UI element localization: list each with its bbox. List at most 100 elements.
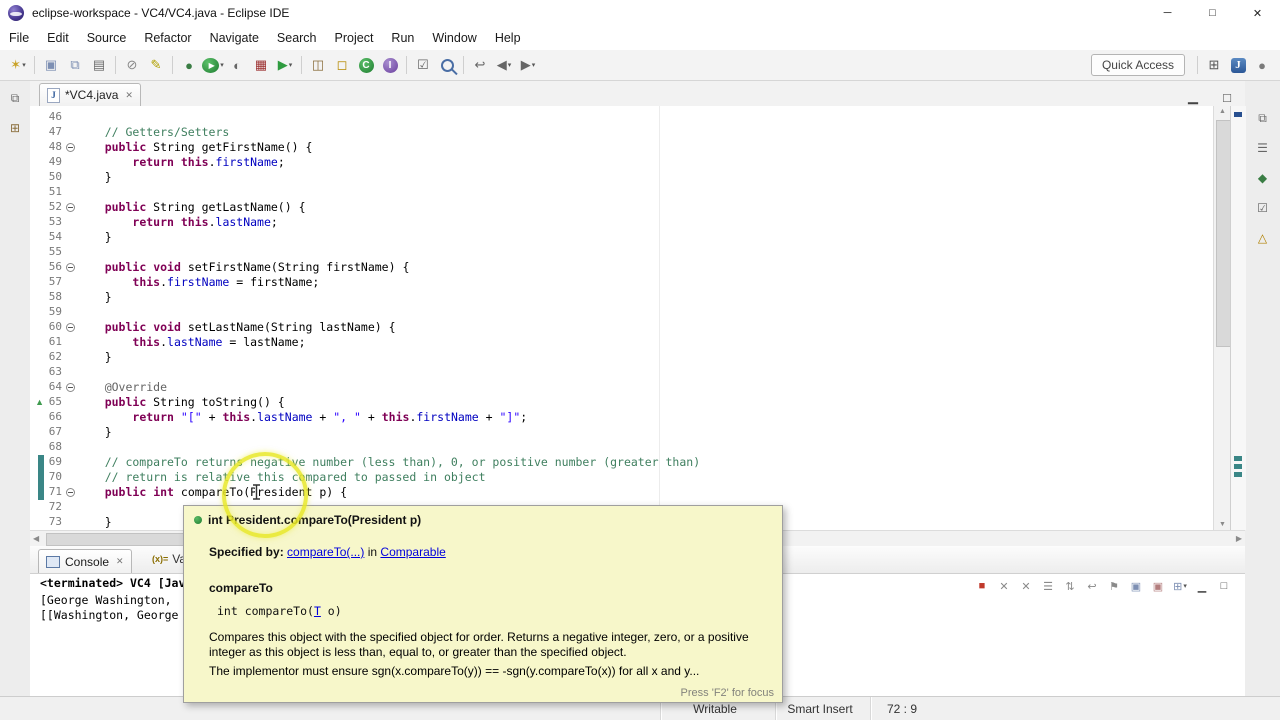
code-line[interactable]: 70 // return is relative this compared t… xyxy=(30,470,1213,485)
menu-item-project[interactable]: Project xyxy=(326,28,383,48)
maximize-window-icon[interactable]: □ xyxy=(1190,0,1235,26)
quick-access-button[interactable]: Quick Access xyxy=(1090,54,1185,76)
skip-breakpoints-icon[interactable]: ⊘ xyxy=(121,54,143,76)
package-explorer-icon[interactable]: ⊞ xyxy=(4,117,26,139)
debug-perspective-icon[interactable]: ● xyxy=(1251,54,1273,76)
word-wrap-icon[interactable]: ↩ xyxy=(1082,577,1102,595)
code-line[interactable]: 60 public void setLastName(String lastNa… xyxy=(30,320,1213,335)
code-line[interactable]: 62 } xyxy=(30,350,1213,365)
menu-item-source[interactable]: Source xyxy=(78,28,136,48)
scroll-down-icon[interactable]: ▼ xyxy=(1214,521,1231,528)
maximize-editor-icon[interactable]: □ xyxy=(1216,86,1238,108)
menu-item-navigate[interactable]: Navigate xyxy=(201,28,268,48)
code-line[interactable]: 48 public String getFirstName() { xyxy=(30,140,1213,155)
code-line[interactable]: 64 @Override xyxy=(30,380,1213,395)
close-console-tab-icon[interactable]: ✕ xyxy=(116,556,124,567)
code-line[interactable]: 55 xyxy=(30,245,1213,260)
clear-console-icon[interactable]: ☰ xyxy=(1038,577,1058,595)
new-interface-icon[interactable]: I xyxy=(379,54,401,76)
code-line[interactable]: 68 xyxy=(30,440,1213,455)
menu-item-refactor[interactable]: Refactor xyxy=(135,28,200,48)
code-line[interactable]: 69 // compareTo returns negative number … xyxy=(30,455,1213,470)
code-line[interactable]: 61 this.lastName = lastName; xyxy=(30,335,1213,350)
overview-ruler[interactable] xyxy=(1230,106,1246,530)
close-window-icon[interactable]: ✕ xyxy=(1235,0,1280,26)
menu-item-help[interactable]: Help xyxy=(486,28,530,48)
menu-item-window[interactable]: Window xyxy=(423,28,485,48)
remove-launch-icon[interactable]: ✕ xyxy=(994,577,1014,595)
new-wizard-icon[interactable]: ✶ ▾ xyxy=(7,54,29,76)
restore-left-views-icon[interactable]: ⧉ xyxy=(4,87,26,109)
scroll-left-icon[interactable]: ◀ xyxy=(33,534,39,543)
console-tab[interactable]: Console ✕ xyxy=(38,549,132,573)
maximize-console-icon[interactable]: □ xyxy=(1214,577,1234,595)
mark-occurrences-icon[interactable]: ✎ xyxy=(145,54,167,76)
search-icon[interactable] xyxy=(436,54,458,76)
profile-icon[interactable]: ◐ xyxy=(226,54,248,76)
pin-console-icon[interactable]: ⚑ xyxy=(1104,577,1124,595)
code-line[interactable]: 47 // Getters/Setters xyxy=(30,125,1213,140)
code-line[interactable]: 57 this.firstName = firstName; xyxy=(30,275,1213,290)
problems-view-icon[interactable]: △ xyxy=(1252,227,1274,249)
code-line[interactable]: 50 } xyxy=(30,170,1213,185)
new-package-icon[interactable]: ◻ xyxy=(331,54,353,76)
java-perspective-icon[interactable]: J xyxy=(1227,54,1249,76)
fold-collapse-icon[interactable] xyxy=(66,383,75,392)
vertical-scroll-thumb[interactable] xyxy=(1216,120,1231,347)
open-task-icon[interactable]: ☑ xyxy=(412,54,434,76)
debug-icon[interactable]: ● xyxy=(178,54,200,76)
fold-collapse-icon[interactable] xyxy=(66,143,75,152)
open-perspective-icon[interactable]: ⊞ xyxy=(1203,54,1225,76)
menu-item-run[interactable]: Run xyxy=(382,28,423,48)
new-class-icon[interactable]: C xyxy=(355,54,377,76)
show-on-stderr-icon[interactable]: ▣ xyxy=(1148,577,1168,595)
type-param-link[interactable]: T xyxy=(314,604,321,618)
new-java-project-icon[interactable]: ◫ xyxy=(307,54,329,76)
code-line[interactable]: 52 public String getLastName() { xyxy=(30,200,1213,215)
code-line[interactable]: 54 } xyxy=(30,230,1213,245)
overview-annotation-mark[interactable] xyxy=(1234,464,1242,469)
task-list-view-icon[interactable]: ☑ xyxy=(1252,197,1274,219)
save-all-icon[interactable]: ⧉ xyxy=(64,54,86,76)
overview-annotation-mark[interactable] xyxy=(1234,112,1242,117)
terminate-icon[interactable]: ■ xyxy=(972,577,992,595)
code-line[interactable]: 49 return this.firstName; xyxy=(30,155,1213,170)
code-line[interactable]: 51 xyxy=(30,185,1213,200)
run-external-tools-icon[interactable]: ▶ ▾ xyxy=(274,54,296,76)
scroll-up-icon[interactable]: ▲ xyxy=(1214,108,1231,115)
close-tab-icon[interactable]: ✕ xyxy=(125,90,133,101)
code-line[interactable]: 58 } xyxy=(30,290,1213,305)
run-icon[interactable]: ▶ ▾ xyxy=(202,54,224,76)
forward-icon[interactable]: ▶ ▾ xyxy=(517,54,539,76)
remove-all-launches-icon[interactable]: ✕ xyxy=(1016,577,1036,595)
code-line[interactable]: ▲ 65 public String toString() { xyxy=(30,395,1213,410)
scroll-right-icon[interactable]: ▶ xyxy=(1236,534,1242,543)
last-edit-location-icon[interactable]: ↩ xyxy=(469,54,491,76)
code-line[interactable]: 46 xyxy=(30,110,1213,125)
ant-view-icon[interactable]: ◆ xyxy=(1252,167,1274,189)
code-line[interactable]: 56 public void setFirstName(String first… xyxy=(30,260,1213,275)
show-on-stdout-icon[interactable]: ▣ xyxy=(1126,577,1146,595)
code-line[interactable]: 66 return "[" + this.lastName + ", " + t… xyxy=(30,410,1213,425)
fold-collapse-icon[interactable] xyxy=(66,203,75,212)
minimize-editor-icon[interactable]: ▁ xyxy=(1182,86,1204,108)
overview-annotation-mark[interactable] xyxy=(1234,472,1242,477)
outline-view-icon[interactable]: ☰ xyxy=(1252,137,1274,159)
menu-item-edit[interactable]: Edit xyxy=(38,28,78,48)
coverage-icon[interactable]: ▦ xyxy=(250,54,272,76)
code-editor[interactable]: 46 47 // Getters/Setters 48 public String … xyxy=(30,106,1213,530)
comparable-link[interactable]: Comparable xyxy=(380,545,445,559)
minimize-window-icon[interactable]: ─ xyxy=(1145,0,1190,26)
editor-tab-vc4[interactable]: J *VC4.java ✕ xyxy=(39,83,141,106)
scroll-lock-icon[interactable]: ⇅ xyxy=(1060,577,1080,595)
print-icon[interactable]: ▤ xyxy=(88,54,110,76)
code-line[interactable]: 63 xyxy=(30,365,1213,380)
restore-right-views-icon[interactable]: ⧉ xyxy=(1252,107,1274,129)
minimize-console-icon[interactable]: ▁ xyxy=(1192,577,1212,595)
overview-annotation-mark[interactable] xyxy=(1234,456,1242,461)
code-line[interactable]: 53 return this.lastName; xyxy=(30,215,1213,230)
open-console-icon[interactable]: ⊞ ▾ xyxy=(1170,577,1190,595)
menu-item-search[interactable]: Search xyxy=(268,28,326,48)
fold-collapse-icon[interactable] xyxy=(66,323,75,332)
back-icon[interactable]: ◀ ▾ xyxy=(493,54,515,76)
